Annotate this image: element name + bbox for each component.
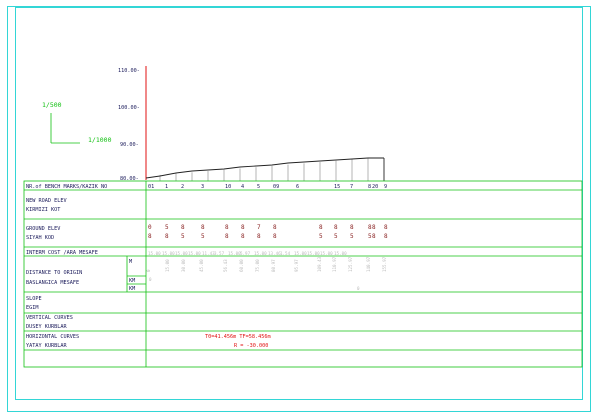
distance-value: 56.43 [223,259,228,272]
ground-value-bottom: 5 [181,233,185,240]
station-number: 3 [201,184,204,190]
distance-value: 80.97 [271,259,276,272]
row-label-kirmizi-kot: KIRMIZI KOT [26,207,60,213]
road-profile-line [145,157,384,179]
distance-value: 45.00 [199,259,204,272]
row-label-bench: NR.of BENCH MARKS/KAZIK NO [26,184,107,190]
ground-value-top: 7 [257,224,261,231]
interm-value: 15.00 [148,251,161,256]
station-number: 20 [372,184,378,190]
ground-value-bottom: 5 [201,233,205,240]
ground-value-top: 8 [372,224,376,231]
ground-value-bottom: 8 [257,233,261,240]
axis-tick-label: 90.00- [120,142,139,148]
curve-radius: R = -30.000 [234,343,268,349]
row-label-interm-cost: INTERM COST /ARA MESAFE [26,250,98,256]
horizontal-scale-label: 1/1000 [88,136,112,144]
km-value: 0 [149,277,152,282]
station-number: 09 [273,184,279,190]
ground-value-top: 8 [201,224,205,231]
distance-value: 125.97 [348,256,353,272]
interm-value: 5.97 [240,251,251,256]
station-number: 8 [368,184,371,190]
interm-value: 3.57 [214,251,225,256]
station-number: 10 [225,184,231,190]
ground-value-top: 5 [165,224,169,231]
curve-tangents: T0=41.456m TF=58.456m [205,334,271,340]
vertical-scale-label: 1/500 [42,101,62,109]
ground-value-bottom: 8 [225,233,229,240]
row-label-slope: SLOPE [26,296,42,302]
station-number: 15 [334,184,340,190]
axis-tick-label: 110.00- [118,68,140,74]
ground-value-top: 8 [225,224,229,231]
row-label-ground-elev: GROUND ELEV [26,226,60,232]
axis-tick-label: 100.00- [118,105,140,111]
ground-value-bottom: 8 [165,233,169,240]
distance-value: 140.97 [366,256,371,272]
ground-value-top: 8 [350,224,354,231]
distance-value: 30.00 [181,259,186,272]
distance-value: 95.97 [294,259,299,272]
interm-value: 15.00 [320,251,333,256]
row-label-new-road-elev: NEW ROAD ELEV [26,198,67,204]
interm-value: 1.54 [280,251,291,256]
ground-value-bottom: 8 [241,233,245,240]
ground-value-top: 8 [181,224,185,231]
distance-value: 155.97 [382,256,387,272]
ground-value-top: 8 [319,224,323,231]
station-number: 5 [257,184,260,190]
ground-value-bottom: 8 [273,233,277,240]
distance-value: 15.00 [165,259,170,272]
ground-value-top: 8 [273,224,277,231]
row-label-horizontal-curves: HORIZONTAL CURVES [26,334,79,340]
station-number: 7 [350,184,353,190]
row-label-siyah-kod: SIYAH KOD [26,235,54,241]
row-label-dusey-kurblar: DUSEY KURBLAR [26,324,67,330]
station-number: 1 [165,184,168,190]
distance-value: 60.00 [239,259,244,272]
row-label-distance-origin: DISTANCE TO ORIGIN [26,270,82,276]
interm-value: 15.00 [162,251,175,256]
interm-value: 15.00 [294,251,307,256]
km-value: 0 [357,286,360,291]
ground-value-top: 8 [241,224,245,231]
row-label-vertical-curves: VERTICAL CURVES [26,315,73,321]
ground-value-top: 8 [384,224,388,231]
station-number: 2 [181,184,184,190]
station-number: 6 [296,184,299,190]
ground-value-bottom: 5 [319,233,323,240]
interm-value: 15.00 [254,251,267,256]
ground-value-bottom: 8 [384,233,388,240]
station-number: 01 [148,184,154,190]
sub-label-km: KM [129,278,135,284]
distance-value: 110.97 [332,256,337,272]
ground-value-top: 0 [148,224,152,231]
sub-label-km: KM [129,286,135,292]
row-label-egim: EGIM [26,305,39,311]
interm-value: 15.00 [188,251,201,256]
profile-drawing: 110.00- 100.00- 90.00- 80.00- 1/500 1/10… [23,66,583,368]
interm-value: 15.00 [175,251,188,256]
ground-value-bottom: 8 [372,233,376,240]
profile-table-grid [23,180,583,368]
ground-value-top: 8 [334,224,338,231]
row-label-yatay-kurblar: YATAY KURBLAR [26,343,67,349]
interm-value: 15.00 [307,251,320,256]
distance-value: 75.00 [255,259,260,272]
interm-value: 15.00 [334,251,347,256]
station-number: 9 [384,184,387,190]
distance-value: 0 [146,269,151,272]
distance-value: 109.43 [317,256,322,272]
ground-value-bottom: 5 [334,233,338,240]
sub-label-m: M [129,259,132,265]
ground-value-bottom: 8 [148,233,152,240]
station-number: 4 [241,184,244,190]
row-label-baslangica: BASLANGICA MESAFE [26,280,79,286]
ground-value-bottom: 5 [350,233,354,240]
